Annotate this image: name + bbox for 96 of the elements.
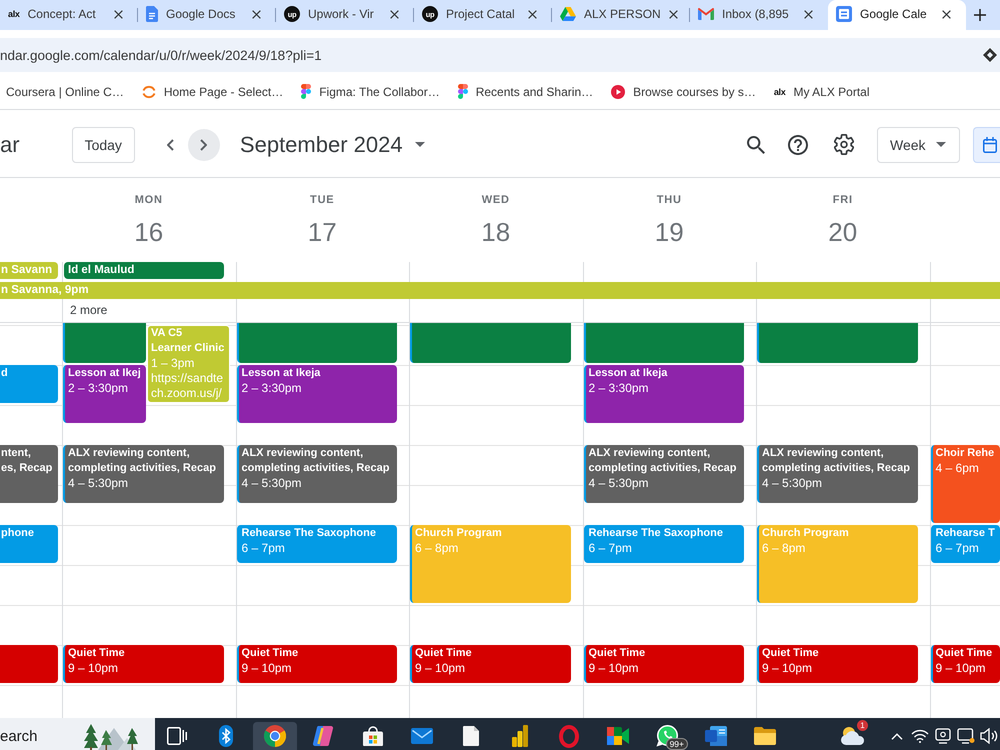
browser-tab[interactable]: Inbox (8,895 — [690, 0, 828, 30]
bar-chart-icon — [512, 725, 528, 747]
browser-tab[interactable]: Google Docs — [138, 0, 276, 30]
browser-tab[interactable]: ALX PERSON — [552, 0, 690, 30]
calendar-icon — [983, 136, 997, 152]
day-number[interactable]: 20 — [828, 217, 858, 247]
bluetooth-icon — [219, 725, 233, 747]
calendar-event[interactable]: Quiet Time 9 – 10pm — [757, 645, 918, 683]
close-icon[interactable] — [942, 10, 951, 18]
folder-icon — [754, 727, 776, 745]
cloud-sun-icon[interactable] — [840, 727, 866, 745]
day-name: TUE — [310, 194, 334, 206]
ribbon-logo-icon — [313, 726, 335, 746]
chevron-up-icon[interactable] — [890, 732, 902, 740]
close-icon[interactable] — [528, 10, 537, 18]
notification-badge: 1 — [857, 720, 868, 731]
search-field[interactable]: earch — [0, 718, 155, 750]
bookmark-link[interactable]: Coursera | Online C… — [6, 84, 124, 98]
colored-shapes-icon — [301, 84, 312, 99]
settings-icon[interactable] — [834, 134, 854, 155]
caret-icon — [936, 142, 946, 147]
next-week-button[interactable] — [188, 128, 220, 160]
close-icon[interactable] — [252, 10, 261, 18]
site-logo: alx — [774, 86, 786, 98]
bookmark-link[interactable]: Home Page - Select… — [142, 84, 284, 98]
caret-icon — [414, 142, 425, 147]
speaker-icon[interactable] — [980, 728, 998, 744]
calendar-view-button[interactable] — [973, 126, 1000, 162]
browser-tab[interactable]: alx Concept: Act — [0, 0, 138, 30]
bookmark-link[interactable]: alx My ALX Portal — [774, 84, 870, 98]
calendar-event[interactable]: Lesson at Ikeja 2 – 3:30pm — [584, 365, 744, 423]
ring-logo-icon — [559, 724, 579, 748]
more-events-link[interactable]: 2 more — [70, 302, 108, 318]
view-dropdown[interactable]: Week — [877, 126, 960, 162]
diamond-icon[interactable] — [983, 48, 997, 62]
all-day-event[interactable]: Id el Maulud — [64, 262, 224, 279]
chevron-right-icon — [200, 138, 208, 150]
document-icon — [463, 726, 479, 746]
app-title: ar — [0, 132, 20, 158]
camera-icon[interactable] — [934, 728, 950, 744]
bookmark-link[interactable]: Figma: The Collabor… — [301, 84, 440, 99]
day-name: MON — [134, 194, 163, 206]
video-camera-icon — [607, 727, 629, 745]
calendar-event[interactable]: ntent, es, Recap — [0, 445, 58, 503]
bookmark-link[interactable]: Recents and Sharin… — [458, 84, 594, 99]
calendar-event[interactable]: Quiet Time 9 – 10pm — [584, 645, 744, 683]
close-icon[interactable] — [668, 10, 678, 18]
close-icon[interactable] — [114, 10, 123, 18]
calendar-event[interactable]: Lesson at Ikeja 2 – 3:30pm — [236, 365, 397, 423]
envelope-icon — [698, 8, 714, 20]
notification-badge: 99+ — [666, 738, 688, 750]
calendar-event[interactable]: Choir Rehe 4 – 6pm — [930, 445, 1000, 523]
document-icon — [146, 6, 158, 22]
calendar-event[interactable]: Quiet Time 9 – 10pm — [236, 645, 397, 683]
chevron-left-icon — [167, 138, 174, 150]
calendar-event[interactable]: ALX reviewing content, completing activities, Recap 4 – 5:30pm — [757, 445, 918, 503]
day-name: WED — [482, 194, 510, 206]
help-icon[interactable] — [788, 134, 808, 154]
day-number[interactable]: 16 — [134, 217, 164, 247]
calendar-event[interactable]: Quiet Time 9 – 10pm — [930, 645, 1000, 683]
day-name: FRI — [832, 194, 853, 206]
browser-icon — [264, 725, 286, 747]
calendar-event[interactable]: Quiet Time 9 – 10pm — [63, 645, 224, 683]
play-icon — [611, 84, 626, 98]
day-name: THU — [656, 194, 682, 206]
arc-icon — [142, 84, 156, 98]
triangle-icon — [560, 7, 576, 21]
calendar-event[interactable]: ALX reviewing content, completing activities, Recap 4 – 5:30pm — [63, 445, 224, 503]
plus-icon[interactable] — [974, 9, 986, 21]
day-number[interactable]: 19 — [654, 217, 684, 247]
month-picker[interactable]: September 2024 — [240, 132, 425, 158]
close-icon[interactable] — [804, 10, 813, 18]
monitor-icon[interactable] — [956, 728, 974, 744]
colored-shapes-icon — [458, 84, 468, 99]
taskbar-button[interactable]: 99+ — [645, 722, 689, 750]
taskbar-button[interactable] — [253, 722, 297, 750]
calendar-event[interactable]: ALX reviewing content, completing activities, Recap 4 – 5:30pm — [584, 445, 744, 503]
calendar-icon — [836, 6, 852, 22]
day-number[interactable]: 17 — [308, 217, 337, 247]
calendar-event[interactable]: ALX reviewing content, completing activities, Recap 4 – 5:30pm — [236, 445, 397, 503]
calendar-event[interactable]: Lesson at Ikej 2 – 3:30pm — [63, 365, 146, 423]
address-field[interactable]: ndar.google.com/calendar/u/0/r/week/2024/9/18?pli=1 — [0, 38, 1000, 72]
close-icon[interactable] — [390, 10, 399, 18]
calendar-event[interactable]: Quiet Time 9 – 10pm — [410, 645, 570, 683]
bookmark-link[interactable]: Browse courses by s… — [611, 84, 756, 98]
trees-icon — [84, 722, 140, 750]
day-number[interactable]: 18 — [481, 217, 510, 247]
browser-tab[interactable]: Google Cale — [828, 0, 966, 30]
search-icon[interactable] — [747, 136, 765, 154]
shopping-bag-icon — [363, 726, 383, 746]
document-icon — [705, 726, 727, 746]
task-view-icon — [167, 727, 187, 745]
today-button[interactable]: Today — [72, 126, 135, 162]
site-logo: alx — [8, 8, 20, 20]
mail-icon — [411, 728, 433, 744]
wifi-icon[interactable] — [910, 729, 928, 743]
